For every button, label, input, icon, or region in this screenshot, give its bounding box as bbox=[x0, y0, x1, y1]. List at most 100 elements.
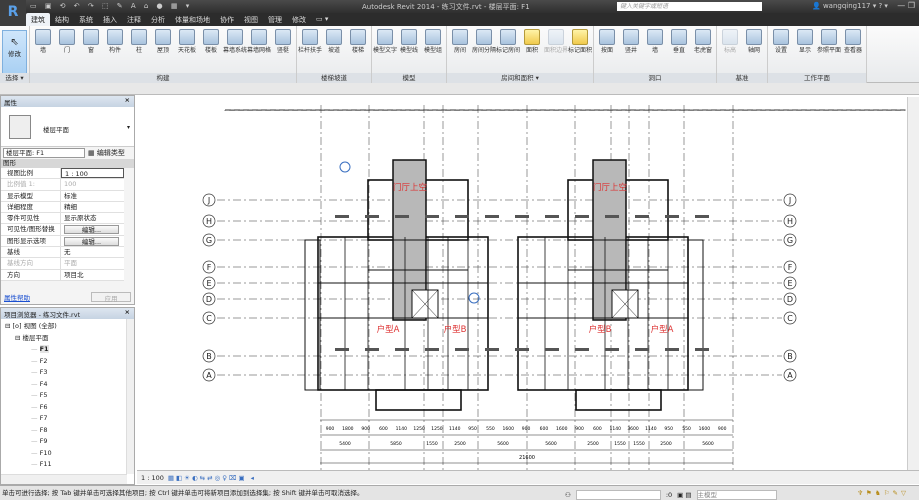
apply-button[interactable]: 应用 bbox=[91, 292, 131, 302]
tree-item-view[interactable]: — F11 bbox=[1, 459, 134, 471]
tab-6[interactable]: 体量和场地 bbox=[170, 13, 215, 26]
property-value[interactable]: 编辑... bbox=[61, 224, 124, 234]
tree-node-floor-plans[interactable]: ⊟ 楼层平面 bbox=[1, 333, 134, 345]
application-menu-button[interactable]: R bbox=[0, 0, 26, 26]
tab-7[interactable]: 协作 bbox=[215, 13, 239, 26]
tree-item-view[interactable]: — F9 bbox=[1, 436, 134, 448]
view-control-icons[interactable]: ▦◧☀◐⇆⇄◎♀⌧▣ ◂ bbox=[168, 474, 256, 482]
ribbon-button-label: 幕墙网格 bbox=[247, 47, 271, 54]
browser-horizontal-scrollbar[interactable] bbox=[1, 474, 127, 484]
tree-item-view[interactable]: — F5 bbox=[1, 390, 134, 402]
tool-icon bbox=[302, 29, 318, 45]
room-tag bbox=[605, 348, 619, 351]
workset-dropdown[interactable] bbox=[576, 490, 661, 500]
property-value[interactable]: 精细 bbox=[61, 202, 124, 212]
property-row[interactable]: 图形显示选项编辑... bbox=[1, 236, 124, 247]
canvas-vertical-scrollbar[interactable] bbox=[907, 97, 919, 470]
panel-label: 洞口 bbox=[594, 73, 716, 83]
property-value[interactable]: 编辑... bbox=[61, 236, 124, 246]
tree-item-view[interactable]: — F3 bbox=[1, 367, 134, 379]
selection-filter-icons[interactable]: ♆⚑♞⚐✎▽ bbox=[857, 486, 909, 500]
ribbon-button-label: 屋顶 bbox=[157, 47, 169, 54]
ribbon-button-label: 标记房间 bbox=[496, 47, 520, 54]
user-account[interactable]: 👤 wangqing117 ▾ ? ▾ bbox=[812, 2, 888, 10]
room-tag bbox=[395, 215, 409, 218]
room-tag bbox=[605, 215, 619, 218]
ribbon-button-label: 楼梯 bbox=[352, 47, 364, 54]
edit-type-button[interactable]: ▦ 编辑类型 bbox=[88, 148, 125, 158]
property-row[interactable]: 比例值 1:100 bbox=[1, 179, 124, 190]
room-tag bbox=[335, 348, 349, 351]
modify-button[interactable]: ⇖修改 bbox=[2, 30, 27, 74]
select-dropdown[interactable]: 选择 ▾ bbox=[0, 73, 29, 83]
tab-2[interactable]: 系统 bbox=[74, 13, 98, 26]
view-name: F10 bbox=[40, 449, 52, 457]
dimension-text: 550 bbox=[682, 426, 691, 432]
property-value[interactable]: 标准 bbox=[61, 191, 124, 201]
dimension-text: 550 bbox=[486, 426, 495, 432]
tab-1[interactable]: 结构 bbox=[50, 13, 74, 26]
dimension-text: 900 bbox=[361, 426, 370, 432]
property-row[interactable]: 显示模型标准 bbox=[1, 191, 124, 202]
property-row[interactable]: 方向项目北 bbox=[1, 270, 124, 281]
tab-8[interactable]: 视图 bbox=[239, 13, 263, 26]
window-controls[interactable]: — ❐ bbox=[897, 1, 915, 10]
view-scale[interactable]: 1 : 100 bbox=[141, 474, 164, 482]
tree-item-view[interactable]: — F4 bbox=[1, 379, 134, 391]
ribbon-button-label: 面积边界 bbox=[544, 47, 568, 54]
tree-item-view[interactable]: — F7 bbox=[1, 413, 134, 425]
ribbon-button-label: 参照平面 bbox=[817, 47, 841, 54]
category-graphics[interactable]: 图形 bbox=[1, 159, 134, 168]
ribbon-button-label: 面积 bbox=[526, 47, 538, 54]
grid-label: G bbox=[206, 236, 212, 245]
property-row[interactable]: 零件可见性显示原状态 bbox=[1, 213, 124, 224]
close-icon[interactable]: × bbox=[125, 308, 130, 316]
tool-icon bbox=[623, 29, 639, 45]
tab-10[interactable]: 修改 bbox=[287, 13, 311, 26]
property-row[interactable]: 详细程度精细 bbox=[1, 202, 124, 213]
tab-9[interactable]: 管理 bbox=[263, 13, 287, 26]
tool-icon bbox=[377, 29, 393, 45]
tab-overflow-icon[interactable]: ▭ ▾ bbox=[311, 13, 333, 26]
property-value[interactable]: 项目北 bbox=[61, 270, 124, 280]
tab-5[interactable]: 分析 bbox=[146, 13, 170, 26]
close-icon[interactable]: × bbox=[125, 96, 130, 104]
browser-vertical-scrollbar[interactable] bbox=[126, 319, 134, 474]
drawing-canvas[interactable]: JJHHGGFFEEDDCCBBAA门厅上空门厅上空户型A户型B户型B户型A90… bbox=[137, 97, 907, 470]
property-name: 视图比例 bbox=[1, 168, 61, 178]
edit-button[interactable]: 编辑... bbox=[64, 225, 119, 234]
property-row[interactable]: 基线无 bbox=[1, 247, 124, 258]
property-value[interactable]: 无 bbox=[61, 247, 124, 257]
dimension-text: 1250 bbox=[431, 426, 443, 432]
type-selector[interactable]: 楼层平面 ▾ bbox=[1, 107, 134, 147]
property-value[interactable]: 1 : 100 bbox=[61, 168, 124, 178]
room-tag bbox=[425, 215, 439, 218]
properties-help-link[interactable]: 属性帮助 bbox=[4, 292, 30, 303]
tab-4[interactable]: 注释 bbox=[122, 13, 146, 26]
model-dropdown[interactable]: 主模型 bbox=[697, 490, 777, 500]
tree-item-view[interactable]: — F2 bbox=[1, 356, 134, 368]
tab-0[interactable]: 建筑 bbox=[26, 13, 50, 26]
quick-access-toolbar[interactable]: ▭ ▣ ⟲ ↶ ↷ ⬚ ✎ A ⌂ ● ▦ ▾ bbox=[30, 2, 192, 10]
tree-item-view[interactable]: — F1 bbox=[1, 344, 134, 356]
room-tag bbox=[485, 348, 499, 351]
edit-button[interactable]: 编辑... bbox=[64, 237, 119, 246]
tab-3[interactable]: 插入 bbox=[98, 13, 122, 26]
view-control-bar: 1 : 100 ▦◧☀◐⇆⇄◎♀⌧▣ ◂ bbox=[137, 470, 919, 484]
property-value[interactable]: 平面 bbox=[61, 258, 124, 268]
property-row[interactable]: 可见性/图形替换编辑... bbox=[1, 224, 124, 235]
type-name: 楼层平面 bbox=[43, 124, 69, 134]
property-row[interactable]: 视图比例1 : 100 bbox=[1, 168, 124, 179]
tool-icon bbox=[350, 29, 366, 45]
tree-node-views[interactable]: ⊟ [o] 视图 (全部) bbox=[1, 321, 134, 333]
tree-item-view[interactable]: — F8 bbox=[1, 425, 134, 437]
tree-item-view[interactable]: — F10 bbox=[1, 448, 134, 460]
property-value[interactable]: 显示原状态 bbox=[61, 213, 124, 223]
tree-item-view[interactable]: — F6 bbox=[1, 402, 134, 414]
dimension-text: 950 bbox=[468, 426, 477, 432]
property-value[interactable]: 100 bbox=[61, 179, 124, 189]
dimension-text: 2500 bbox=[454, 441, 466, 447]
instance-filter-dropdown[interactable]: 楼层平面: F1 bbox=[3, 148, 85, 158]
property-row[interactable]: 基线方向平面 bbox=[1, 258, 124, 269]
search-input[interactable]: 键入关键字或短语 bbox=[617, 2, 762, 11]
